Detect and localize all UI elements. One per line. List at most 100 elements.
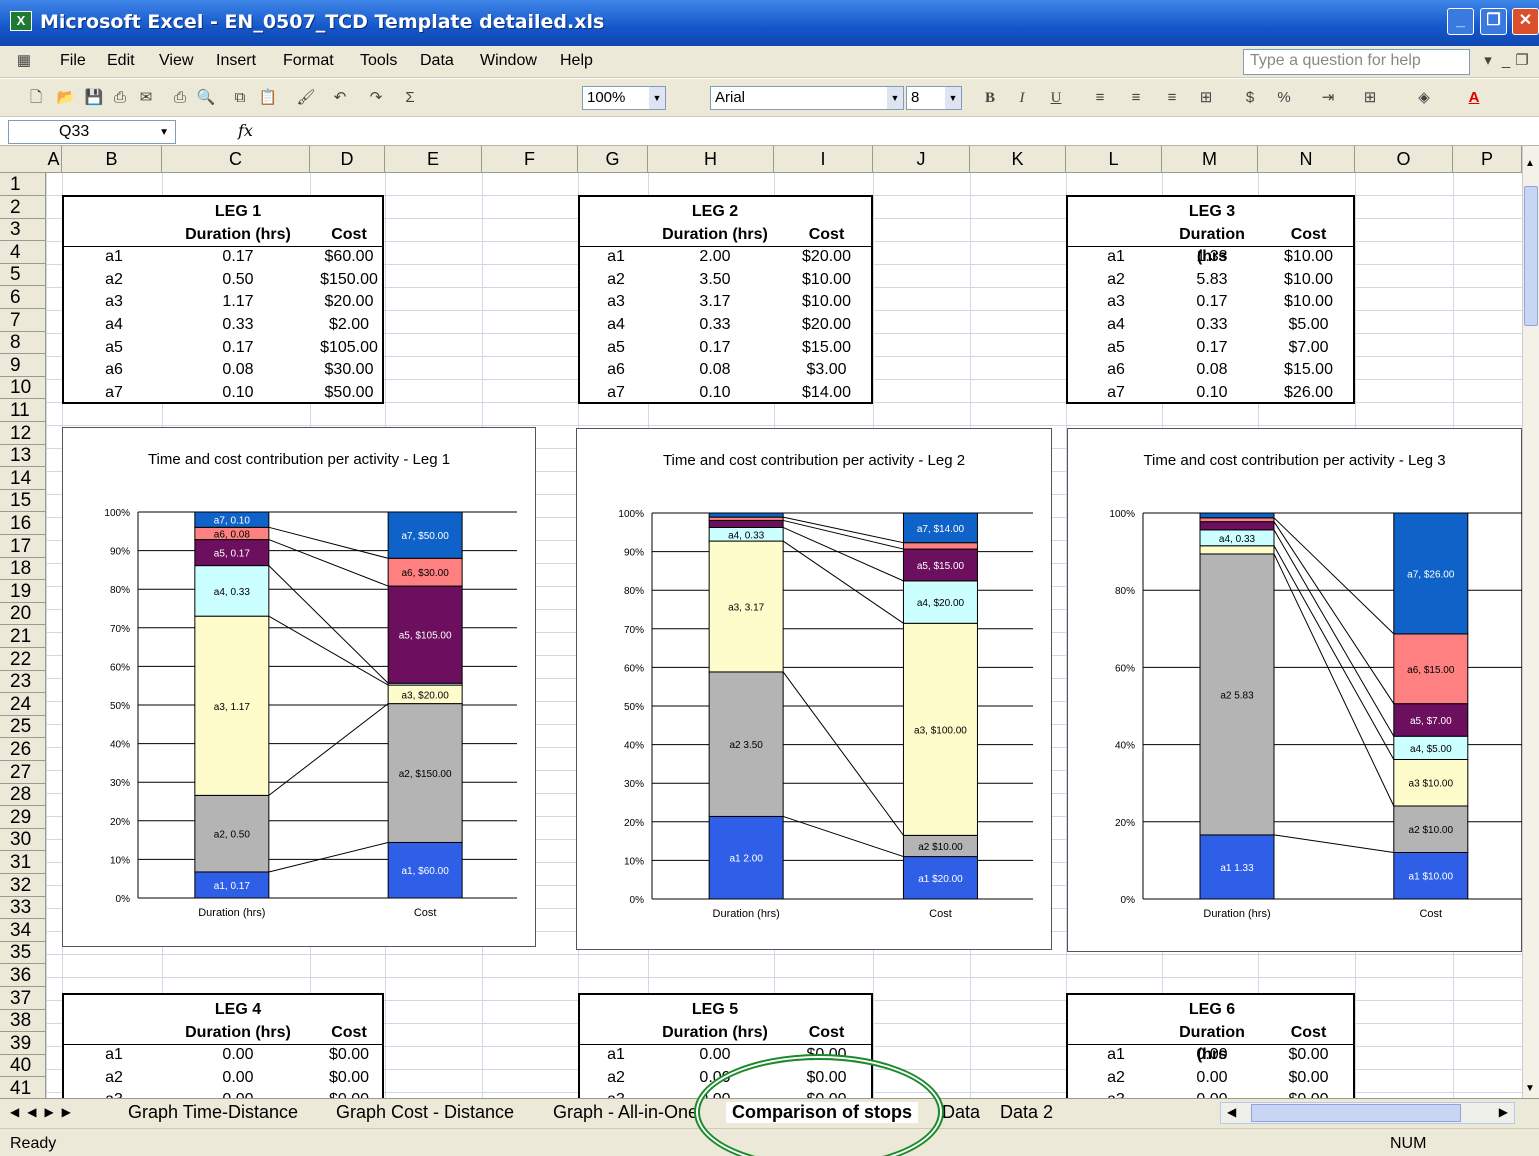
row-header-13[interactable]: 13 [0,444,46,468]
row-header-17[interactable]: 17 [0,535,46,558]
duration-cell[interactable]: 3.50 [652,269,778,291]
duration-header[interactable]: Duration (hrs) [652,224,778,246]
zoom-select[interactable]: 100% ▼ [582,86,666,110]
menu-data[interactable]: Data [420,52,454,70]
row-header-29[interactable]: 29 [0,806,46,829]
cost-cell[interactable]: $0.00 [312,1044,386,1066]
print-icon[interactable]: ⎙ [170,88,190,108]
row-header-40[interactable]: 40 [0,1054,46,1078]
duration-cell[interactable]: 0.00 [164,1067,312,1089]
tab-graph-all-in-one[interactable]: Graph - All-in-One [553,1102,698,1123]
cost-cell[interactable]: $50.00 [312,382,386,404]
duration-cell[interactable]: 0.10 [652,382,778,404]
cost-cell[interactable]: $26.00 [1260,382,1357,404]
cost-cell[interactable]: $15.00 [1260,359,1357,381]
duration-cell[interactable]: 5.83 [1164,269,1260,291]
duration-cell[interactable]: 0.00 [1164,1067,1260,1089]
row-header-20[interactable]: 20 [0,602,46,626]
table-title[interactable]: LEG 4 [164,999,312,1021]
row-header-31[interactable]: 31 [0,851,46,874]
cost-cell[interactable]: $10.00 [1260,269,1357,291]
chevron-down-icon[interactable]: ▾ [1478,51,1498,71]
permission-icon[interactable]: ⎙ [110,88,130,108]
duration-cell[interactable]: 0.17 [1164,291,1260,313]
row-header-9[interactable]: 9 [0,354,46,377]
activity-cell[interactable]: a2 [1068,1067,1164,1089]
activity-cell[interactable]: a5 [1068,337,1164,359]
menu-file[interactable]: File [60,52,86,70]
cost-cell[interactable]: $5.00 [1260,314,1357,336]
column-header-a[interactable]: A [46,146,62,173]
activity-cell[interactable]: a6 [580,359,652,381]
activity-cell[interactable]: a2 [64,269,164,291]
vertical-scrollbar[interactable]: ▲ ▼ [1522,146,1539,1098]
menu-view[interactable]: View [159,52,193,70]
duration-cell[interactable]: 0.00 [652,1044,778,1066]
underline-button[interactable]: U [1046,88,1066,108]
activity-cell[interactable]: a7 [1068,382,1164,404]
cost-header[interactable]: Cost [1260,1022,1357,1044]
duration-cell[interactable]: 0.17 [164,246,312,268]
duration-cell[interactable]: 0.50 [164,269,312,291]
horizontal-scrollbar[interactable]: ◀ ▶ [1220,1102,1515,1124]
duration-cell[interactable]: 1.17 [164,291,312,313]
row-header-34[interactable]: 34 [0,919,46,942]
cost-cell[interactable]: $15.00 [778,337,875,359]
print-preview-icon[interactable]: 🔍 [196,88,216,108]
new-icon[interactable]: 🗋 [26,88,46,108]
duration-header[interactable]: Duration (hrs [1164,224,1260,265]
fill-color-icon[interactable]: ◈ [1414,88,1434,108]
activity-cell[interactable]: a3 [580,291,652,313]
row-header-2[interactable]: 2 [0,196,46,219]
menu-insert[interactable]: Insert [216,52,256,70]
activity-cell[interactable]: a3 [64,291,164,313]
activity-cell[interactable]: a2 [580,1067,652,1089]
duration-cell[interactable]: 3.17 [652,291,778,313]
stacked-chart-leg-1[interactable]: Time and cost contribution per activity … [62,427,536,947]
duration-cell[interactable]: 1.33 [1164,246,1260,268]
row-header-36[interactable]: 36 [0,964,46,987]
format-painter-icon[interactable]: 🖌 [296,88,316,108]
column-header-d[interactable]: D [310,146,385,173]
row-header-24[interactable]: 24 [0,693,46,716]
row-header-19[interactable]: 19 [0,580,46,603]
row-header-14[interactable]: 14 [0,467,46,490]
duration-cell[interactable]: 0.10 [1164,382,1260,404]
align-right-icon[interactable]: ≡ [1162,88,1182,108]
row-header-18[interactable]: 18 [0,557,46,581]
row-header-12[interactable]: 12 [0,422,46,445]
row-header-33[interactable]: 33 [0,896,46,920]
duration-cell[interactable]: 0.00 [164,1089,312,1098]
duration-cell[interactable]: 0.00 [164,1044,312,1066]
close-button[interactable]: ✕ [1512,8,1539,35]
cost-cell[interactable]: $10.00 [1260,291,1357,313]
bold-button[interactable]: B [980,88,1000,108]
duration-cell[interactable]: 2.00 [652,246,778,268]
column-header-b[interactable]: B [62,146,162,173]
activity-cell[interactable]: a2 [64,1067,164,1089]
cost-cell[interactable]: $0.00 [1260,1067,1357,1089]
leg-table[interactable]: LEG 6 Duration (hrs Cost a1 0.00 $0.00 a2 0.00 $… [1066,993,1355,1098]
excel-icon[interactable]: X [10,11,32,31]
activity-cell[interactable]: a1 [64,246,164,268]
scroll-right-icon[interactable]: ▶ [1499,1105,1508,1119]
cost-cell[interactable]: $0.00 [1260,1089,1357,1098]
function-icon[interactable]: fx [238,121,253,140]
cost-cell[interactable]: $10.00 [1260,246,1357,268]
percent-button[interactable]: % [1274,88,1294,108]
help-search-input[interactable]: Type a question for help [1243,49,1470,75]
cost-cell[interactable]: $0.00 [312,1067,386,1089]
activity-cell[interactable]: a2 [1068,269,1164,291]
table-title[interactable]: LEG 2 [652,201,778,223]
minimize-button[interactable]: _ [1447,8,1474,35]
stacked-chart-leg-3[interactable]: Time and cost contribution per activity … [1067,428,1522,952]
row-header-28[interactable]: 28 [0,783,46,807]
name-box[interactable]: Q33 ▼ [8,120,176,144]
undo-icon[interactable]: ↶ [330,88,350,108]
duration-header[interactable]: Duration (hrs) [164,1022,312,1044]
activity-cell[interactable]: a4 [64,314,164,336]
activity-cell[interactable]: a3 [64,1089,164,1098]
activity-cell[interactable]: a6 [1068,359,1164,381]
cost-cell[interactable]: $60.00 [312,246,386,268]
duration-cell[interactable]: 0.08 [164,359,312,381]
